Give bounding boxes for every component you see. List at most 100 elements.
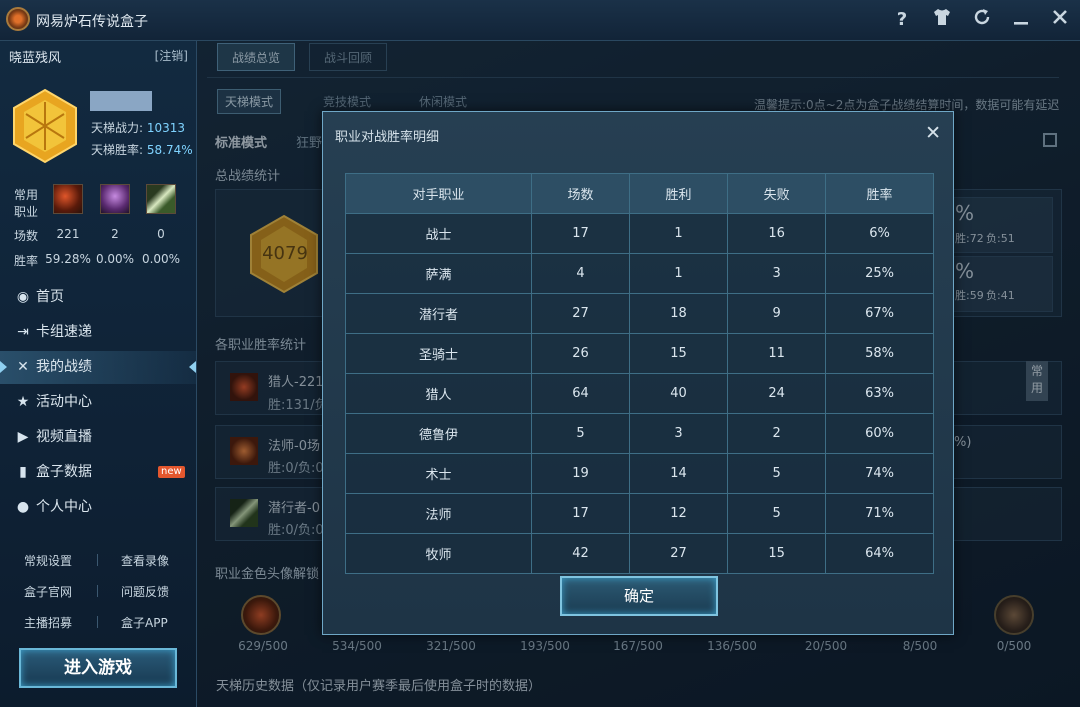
cell-winrate: 67%: [825, 293, 934, 334]
minimize-icon[interactable]: [1009, 8, 1033, 32]
divider: [97, 585, 98, 597]
nav-item-home[interactable]: ◉ 首页: [0, 281, 196, 314]
cell-games: 17: [530, 493, 631, 534]
cell-losses: 16: [727, 213, 827, 254]
cell-games: 64: [530, 373, 631, 414]
app-logo-icon: [6, 7, 30, 31]
cell-opponent-class: 法师: [345, 493, 532, 534]
close-icon[interactable]: ✕: [925, 122, 941, 144]
cell-wins: 27: [628, 533, 729, 574]
cell-winrate: 58%: [825, 333, 934, 374]
active-marker-right: [189, 361, 196, 373]
cell-opponent-class: 战士: [345, 213, 532, 254]
rogue-class-icon: [146, 184, 176, 214]
cell-losses: 3: [727, 253, 827, 294]
cell-losses: 24: [727, 373, 827, 414]
class-winrate: 0.00%: [141, 252, 181, 266]
header-games: 场数: [530, 173, 631, 214]
table-row: 潜行者 27 18 9 67%: [345, 293, 934, 334]
table-row: 萨满 4 1 3 25%: [345, 253, 934, 294]
common-class-label-2: 职业: [14, 205, 39, 219]
swords-icon: ✕: [17, 359, 29, 375]
cell-games: 42: [530, 533, 631, 574]
cell-opponent-class: 萨满: [345, 253, 532, 294]
nav-item-my-record[interactable]: ✕ 我的战绩: [0, 351, 196, 384]
dialog-title: 职业对战胜率明细: [335, 130, 440, 145]
header-wins: 胜利: [628, 173, 729, 214]
cell-winrate: 6%: [825, 213, 934, 254]
table-row: 战士 17 1 16 6%: [345, 213, 934, 254]
cell-winrate: 60%: [825, 413, 934, 454]
header-winrate: 胜率: [825, 173, 934, 214]
close-icon[interactable]: [1048, 8, 1072, 32]
box-app-link[interactable]: 盒子APP: [121, 614, 168, 631]
cell-winrate: 64%: [825, 533, 934, 574]
cell-games: 26: [530, 333, 631, 374]
new-badge: new: [158, 466, 185, 478]
cell-winrate: 71%: [825, 493, 934, 534]
cell-losses: 11: [727, 333, 827, 374]
feedback-link[interactable]: 问题反馈: [121, 583, 169, 600]
cell-winrate: 25%: [825, 253, 934, 294]
cell-winrate: 63%: [825, 373, 934, 414]
matchup-table: 对手职业 场数 胜利 失败 胜率 战士 17 1 16 6% 萨满 4 1 3 25% 潜行者 27 1…: [345, 173, 934, 574]
active-marker-left: [0, 361, 7, 373]
cell-losses: 5: [727, 493, 827, 534]
cell-wins: 40: [628, 373, 729, 414]
person-icon: ●: [16, 499, 30, 515]
confirm-button[interactable]: 确定: [560, 576, 718, 616]
nav-item-box-data[interactable]: ▮ 盒子数据 new: [0, 456, 196, 489]
cell-wins: 1: [628, 253, 729, 294]
view-replays-link[interactable]: 查看录像: [121, 552, 169, 569]
help-icon[interactable]: ?: [890, 8, 914, 32]
official-site-link[interactable]: 盒子官网: [24, 583, 72, 600]
header-losses: 失败: [727, 173, 827, 214]
nav-item-profile[interactable]: ● 个人中心: [0, 491, 196, 524]
sidebar: 晓蓝残风 [注销] 天梯战力: 10313 天梯胜率: 58.74% 常用 职业…: [0, 41, 197, 707]
cell-games: 19: [530, 453, 631, 494]
enter-game-button[interactable]: 进入游戏: [19, 648, 177, 688]
ladder-power: 天梯战力: 10313: [91, 121, 186, 135]
general-settings-link[interactable]: 常规设置: [24, 552, 72, 569]
table-row: 圣骑士 26 15 11 58%: [345, 333, 934, 374]
streamer-recruit-link[interactable]: 主播招募: [24, 614, 72, 631]
hunter-class-icon: [53, 184, 83, 214]
divider: [97, 554, 98, 566]
games-label: 场数: [14, 229, 39, 243]
nav-item-video[interactable]: ▶ 视频直播: [0, 421, 196, 454]
cell-opponent-class: 潜行者: [345, 293, 532, 334]
cell-opponent-class: 圣骑士: [345, 333, 532, 374]
video-icon: ▶: [17, 429, 29, 445]
cell-wins: 1: [628, 213, 729, 254]
star-icon: ★: [16, 394, 30, 410]
cell-losses: 5: [727, 453, 827, 494]
cell-games: 17: [530, 213, 631, 254]
cell-wins: 14: [628, 453, 729, 494]
nav-item-events[interactable]: ★ 活动中心: [0, 386, 196, 419]
refresh-icon[interactable]: [970, 8, 994, 32]
ladder-winrate: 天梯胜率: 58.74%: [91, 143, 193, 157]
skin-icon[interactable]: [930, 8, 954, 32]
title-bar: 网易炉石传说盒子 ?: [0, 0, 1080, 41]
winrate-label: 胜率: [14, 254, 39, 268]
table-row: 牧师 42 27 15 64%: [345, 533, 934, 574]
table-row: 德鲁伊 5 3 2 60%: [345, 413, 934, 454]
cell-opponent-class: 猎人: [345, 373, 532, 414]
chart-icon: ▮: [19, 464, 27, 480]
table-row: 法师 17 12 5 71%: [345, 493, 934, 534]
username: 晓蓝残风: [9, 51, 62, 66]
nav-item-deck-express[interactable]: ⇥ 卡组速递: [0, 316, 196, 349]
ladder-rank-badge-icon: [13, 88, 77, 164]
cell-games: 27: [530, 293, 631, 334]
cell-opponent-class: 牧师: [345, 533, 532, 574]
logout-link[interactable]: [注销]: [155, 47, 188, 64]
deck-icon: ⇥: [17, 324, 29, 340]
cell-opponent-class: 术士: [345, 453, 532, 494]
cell-losses: 15: [727, 533, 827, 574]
table-header-row: 对手职业 场数 胜利 失败 胜率: [345, 173, 934, 214]
app-title: 网易炉石传说盒子: [36, 14, 148, 30]
cell-games: 4: [530, 253, 631, 294]
class-games: 0: [157, 227, 165, 241]
cell-losses: 9: [727, 293, 827, 334]
cell-opponent-class: 德鲁伊: [345, 413, 532, 454]
